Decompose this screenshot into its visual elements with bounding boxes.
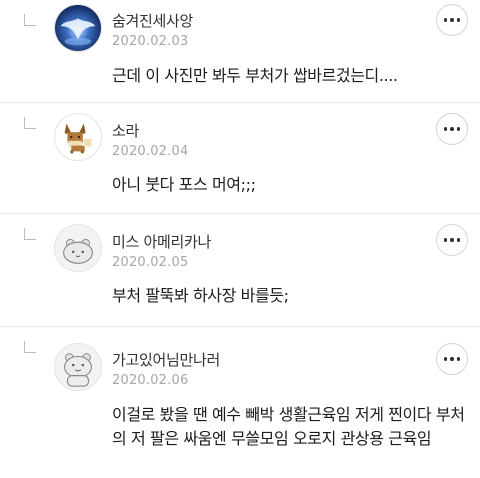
- reply-arrow-icon: [24, 341, 36, 353]
- comment-item: 숨겨진세사앙 2020.02.03 근데 이 사진만 봐두 부처가 쌉바르겄는디…: [0, 0, 480, 103]
- comment-text: 부처 팔뚝봐 하사장 바를듯;: [112, 286, 289, 305]
- reply-arrow-icon: [24, 14, 36, 26]
- default-hamster-avatar-icon[interactable]: [54, 224, 102, 272]
- comment-text: 이걸로 봤을 땐 예수 빼박 생활근육임 저게 찐이다 부처의 저 팔은 싸움엔…: [112, 405, 465, 448]
- comment-text: 아니 붓다 포스 머여;;;: [112, 175, 256, 194]
- comment-item: 가고있어님만나러 2020.02.06 이걸로 봤을 땐 예수 빼박 생활근육임…: [0, 327, 480, 478]
- comment-date: 2020.02.03: [112, 34, 189, 49]
- more-options-button[interactable]: [436, 343, 468, 375]
- comment-author[interactable]: 미스 아메리카나: [112, 231, 211, 252]
- more-options-button[interactable]: [436, 113, 468, 145]
- eevee-avatar-icon[interactable]: [54, 113, 102, 161]
- comment-item: 미스 아메리카나 2020.02.05 부처 팔뚝봐 하사장 바를듯;: [0, 214, 480, 327]
- more-options-icon: [443, 238, 461, 242]
- comment-date: 2020.02.04: [112, 144, 189, 159]
- comment-date: 2020.02.06: [112, 373, 189, 388]
- reply-arrow-icon: [24, 117, 36, 129]
- reply-arrow-icon: [24, 228, 36, 240]
- comment-author[interactable]: 가고있어님만나러: [112, 349, 220, 370]
- lugia-avatar-icon[interactable]: [54, 4, 102, 52]
- more-options-icon: [443, 127, 461, 131]
- more-options-icon: [443, 357, 461, 361]
- comment-author[interactable]: 소라: [112, 120, 139, 141]
- default-hamster-avatar-icon[interactable]: [54, 343, 102, 391]
- comment-date: 2020.02.05: [112, 255, 189, 270]
- more-options-icon: [443, 18, 461, 22]
- comment-list: 숨겨진세사앙 2020.02.03 근데 이 사진만 봐두 부처가 쌉바르겄는디…: [0, 0, 480, 478]
- more-options-button[interactable]: [436, 4, 468, 36]
- more-options-button[interactable]: [436, 224, 468, 256]
- comment-author[interactable]: 숨겨진세사앙: [112, 10, 193, 31]
- comment-text: 근데 이 사진만 봐두 부처가 쌉바르겄는디....: [112, 66, 398, 85]
- comment-item: 소라 2020.02.04 아니 붓다 포스 머여;;;: [0, 103, 480, 214]
